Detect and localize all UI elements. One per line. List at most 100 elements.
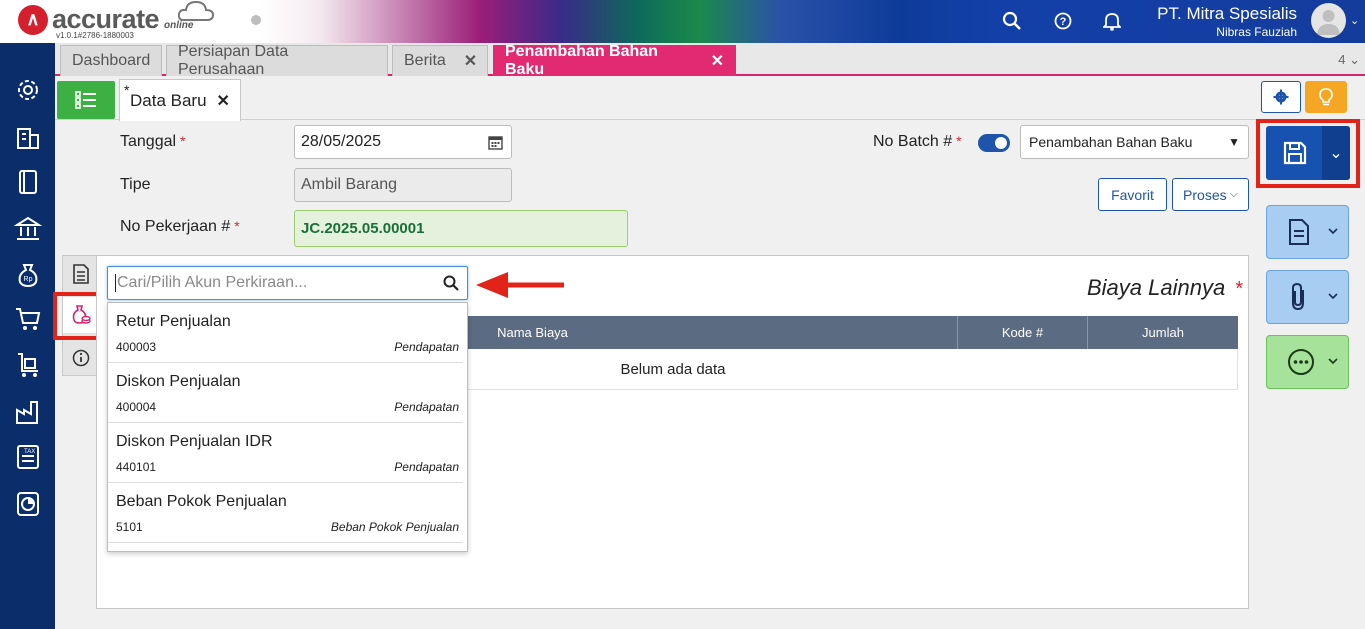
chevron-down-icon: ▼ xyxy=(1228,135,1240,149)
chevron-down-icon xyxy=(1328,228,1338,235)
account-name: Diskon Penjualan IDR xyxy=(116,433,273,450)
factory-icon[interactable] xyxy=(14,398,42,426)
cart-icon[interactable] xyxy=(14,305,42,333)
tab-dashboard[interactable]: Dashboard xyxy=(60,45,162,76)
paperclip-icon xyxy=(1292,282,1304,311)
batch-type-value: Penambahan Bahan Baku xyxy=(1029,134,1193,150)
tab-bar: Dashboard Persiapan Data Perusahaan Beri… xyxy=(55,43,1365,78)
tips-button[interactable] xyxy=(1305,81,1347,113)
gear-icon xyxy=(1273,89,1289,105)
list-item[interactable]: Diskon Penjualan 400004 Pendapatan xyxy=(108,363,463,423)
no-pekerjaan-value: JC.2025.05.00001 xyxy=(301,220,425,237)
chevron-down-icon xyxy=(1328,358,1338,365)
column-jumlah[interactable]: Jumlah xyxy=(1088,316,1238,349)
tab-penambahan-bahan-baku[interactable]: Penambahan Bahan Baku ✕ xyxy=(493,43,736,78)
list-view-button[interactable] xyxy=(57,81,115,119)
chevron-down-icon: ⌵ xyxy=(1229,188,1238,200)
account-code: 440101 xyxy=(116,460,157,474)
settings-button[interactable] xyxy=(1261,81,1301,113)
tab-count-dropdown[interactable]: 4 ⌄ xyxy=(1338,52,1360,68)
sidebar: Rp TAX xyxy=(0,43,55,629)
attachment-menu-button[interactable] xyxy=(1266,270,1349,324)
help-icon[interactable]: ? xyxy=(1052,10,1074,32)
close-icon[interactable]: ✕ xyxy=(217,91,230,111)
column-kode[interactable]: Kode # xyxy=(958,316,1088,349)
tanggal-label: Tanggal * xyxy=(120,133,186,150)
search-icon[interactable] xyxy=(443,275,459,291)
tipe-label: Tipe xyxy=(120,176,151,193)
no-pekerjaan-field[interactable]: JC.2025.05.00001 xyxy=(294,210,628,247)
tab-label: Persiapan Data Perusahaan xyxy=(178,43,289,78)
list-item[interactable]: Beban Pokok Penjualan 5101 Beban Pokok P… xyxy=(108,483,463,543)
account-type: Pendapatan xyxy=(394,460,459,474)
chevron-down-icon xyxy=(1328,293,1338,300)
save-highlight-box xyxy=(1256,119,1360,188)
search-placeholder: Cari/Pilih Akun Perkiraan... xyxy=(117,274,308,291)
account-code: 400003 xyxy=(116,340,157,354)
close-icon[interactable]: ✕ xyxy=(711,51,724,71)
company-name: PT. Mitra Spesialis xyxy=(1157,4,1297,23)
no-pekerjaan-label: No Pekerjaan # * xyxy=(120,218,240,235)
list-item[interactable]: Diskon Penjualan IDR 440101 Pendapatan xyxy=(108,423,463,483)
red-arrow-annotation xyxy=(476,272,564,298)
svg-text:?: ? xyxy=(1060,16,1067,28)
book-icon[interactable] xyxy=(14,168,42,196)
tab-count: 4 xyxy=(1338,52,1346,67)
calendar-icon[interactable] xyxy=(488,135,503,150)
account-type: Beban Pokok Penjualan xyxy=(330,520,459,534)
accurate-logo-icon: ∧ xyxy=(18,4,48,35)
tanggal-field[interactable]: 28/05/2025 xyxy=(294,125,512,159)
settings-gear-icon[interactable] xyxy=(14,76,42,104)
tanggal-value: 28/05/2025 xyxy=(301,133,382,150)
close-icon[interactable]: ✕ xyxy=(464,51,477,71)
favorit-button[interactable]: Favorit xyxy=(1098,178,1167,211)
panel-title: Biaya Lainnya * xyxy=(1087,275,1244,300)
proses-button[interactable]: Proses ⌵ xyxy=(1172,178,1249,211)
more-menu-button[interactable] xyxy=(1266,335,1349,389)
inventory-cart-icon[interactable] xyxy=(14,351,42,379)
logo-online-text: online xyxy=(164,20,194,31)
building-icon[interactable] xyxy=(14,123,42,151)
bank-icon[interactable] xyxy=(14,215,42,243)
list-item[interactable]: Retur Penjualan 400003 Pendapatan xyxy=(108,303,463,363)
account-type: Pendapatan xyxy=(394,340,459,354)
version-text: v1.0.1#2786-1880003 xyxy=(56,31,134,40)
search-icon[interactable] xyxy=(1001,10,1023,32)
bell-icon[interactable] xyxy=(1101,10,1123,32)
tipe-field[interactable]: Ambil Barang xyxy=(294,168,512,202)
favorit-label: Favorit xyxy=(1111,186,1154,203)
lightbulb-icon xyxy=(1319,88,1333,106)
account-code: 5101 xyxy=(116,520,143,534)
account-dropdown-list: Retur Penjualan 400003 Pendapatan Diskon… xyxy=(107,302,468,552)
tab-detail-items[interactable] xyxy=(63,256,99,292)
account-name: Beban Pokok Penjualan xyxy=(116,493,287,510)
money-bag-icon[interactable]: Rp xyxy=(14,261,42,289)
no-batch-toggle[interactable] xyxy=(978,134,1010,152)
tab-info[interactable] xyxy=(63,340,99,376)
no-batch-label: No Batch # * xyxy=(873,133,962,150)
document-menu-button[interactable] xyxy=(1266,205,1349,259)
user-name: Nibras Fauziah xyxy=(1216,25,1297,39)
account-type: Pendapatan xyxy=(394,400,459,414)
tax-icon[interactable]: TAX xyxy=(14,443,42,471)
company-info[interactable]: PT. Mitra Spesialis Nibras Fauziah xyxy=(1157,4,1297,39)
svg-text:TAX: TAX xyxy=(24,449,35,455)
batch-type-select[interactable]: Penambahan Bahan Baku ▼ xyxy=(1020,125,1249,159)
proses-label: Proses xyxy=(1183,186,1227,203)
avatar[interactable] xyxy=(1311,3,1346,38)
report-chart-icon[interactable] xyxy=(14,490,42,518)
unsaved-marker: * xyxy=(124,82,130,98)
info-icon xyxy=(72,349,90,367)
tab-label: Berita xyxy=(404,52,446,69)
top-header: ∧ accurate online v1.0.1#2786-1880003 ? … xyxy=(0,0,1365,43)
chevron-down-icon[interactable]: ⌄ xyxy=(1350,14,1359,27)
tab-berita[interactable]: Berita ✕ xyxy=(392,45,488,76)
tipe-value: Ambil Barang xyxy=(301,176,398,193)
tab-data-baru[interactable]: * Data Baru ✕ xyxy=(119,79,241,121)
tab-label: Penambahan Bahan Baku xyxy=(505,43,658,78)
more-options-icon xyxy=(1288,349,1314,375)
text-cursor xyxy=(115,274,116,292)
tab-persiapan-data[interactable]: Persiapan Data Perusahaan xyxy=(166,43,388,78)
tab-label: Data Baru xyxy=(130,90,207,110)
account-search-input[interactable]: Cari/Pilih Akun Perkiraan... xyxy=(107,266,468,300)
